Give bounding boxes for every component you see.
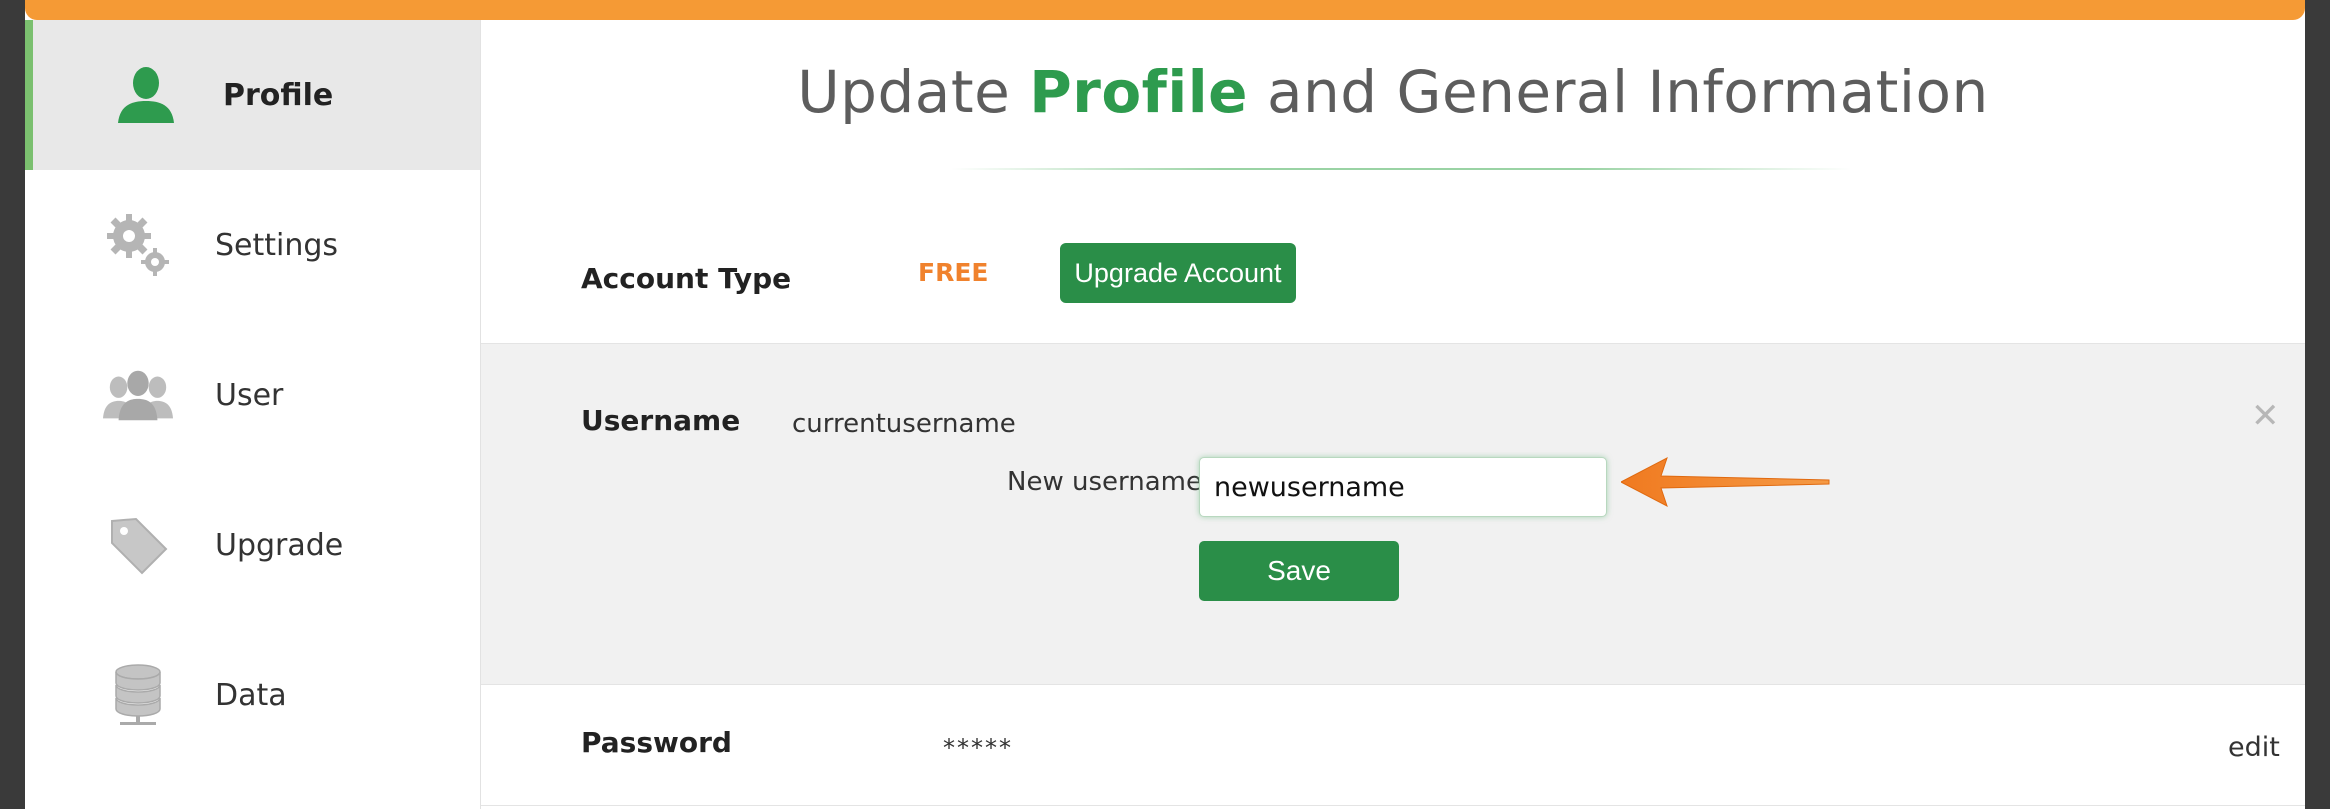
password-edit-link[interactable]: edit bbox=[2228, 732, 2280, 763]
sidebar: Profile Settings User Upgrade Data bbox=[25, 20, 481, 809]
account-type-value: FREE bbox=[918, 258, 989, 287]
tag-icon bbox=[103, 510, 173, 580]
database-icon bbox=[103, 660, 173, 730]
title-divider bbox=[951, 168, 1851, 170]
sidebar-item-data[interactable]: Data bbox=[25, 620, 480, 770]
current-username-value: currentusername bbox=[792, 409, 1016, 439]
sidebar-item-user[interactable]: User bbox=[25, 320, 480, 470]
sidebar-item-label: Profile bbox=[223, 77, 334, 113]
sidebar-item-label: Settings bbox=[215, 227, 339, 263]
top-accent-bar bbox=[25, 0, 2305, 20]
page-title-suffix: and General Information bbox=[1248, 58, 1989, 126]
main-content: Update Profile and General Information A… bbox=[481, 20, 2305, 809]
sidebar-item-label: User bbox=[215, 377, 284, 413]
app-window: Profile Settings User Upgrade Data Updat… bbox=[25, 0, 2305, 809]
sidebar-item-settings[interactable]: Settings bbox=[25, 170, 480, 320]
page-title-accent: Profile bbox=[1029, 58, 1249, 126]
username-edit-panel: Username currentusername ✕ New username … bbox=[481, 343, 2305, 685]
account-type-label: Account Type bbox=[581, 262, 792, 295]
close-icon[interactable]: ✕ bbox=[2251, 396, 2280, 436]
users-group-icon bbox=[103, 360, 173, 430]
upgrade-account-button[interactable]: Upgrade Account bbox=[1060, 243, 1296, 303]
arrow-pointer-icon bbox=[1621, 456, 1830, 508]
password-masked-value: ***** bbox=[943, 734, 1013, 762]
sidebar-item-profile[interactable]: Profile bbox=[25, 20, 480, 170]
page-title: Update Profile and General Information bbox=[481, 58, 2305, 126]
new-username-label: New username bbox=[1007, 467, 1202, 497]
save-button[interactable]: Save bbox=[1199, 541, 1399, 601]
page-title-prefix: Update bbox=[797, 58, 1030, 126]
sidebar-item-label: Data bbox=[215, 677, 287, 713]
gears-icon bbox=[103, 210, 173, 280]
username-label: Username bbox=[581, 404, 741, 437]
user-silhouette-icon bbox=[111, 60, 181, 130]
sidebar-item-upgrade[interactable]: Upgrade bbox=[25, 470, 480, 620]
new-username-input[interactable] bbox=[1199, 457, 1607, 517]
password-label: Password bbox=[581, 726, 732, 759]
row-divider bbox=[481, 805, 2305, 806]
sidebar-item-label: Upgrade bbox=[215, 527, 344, 563]
